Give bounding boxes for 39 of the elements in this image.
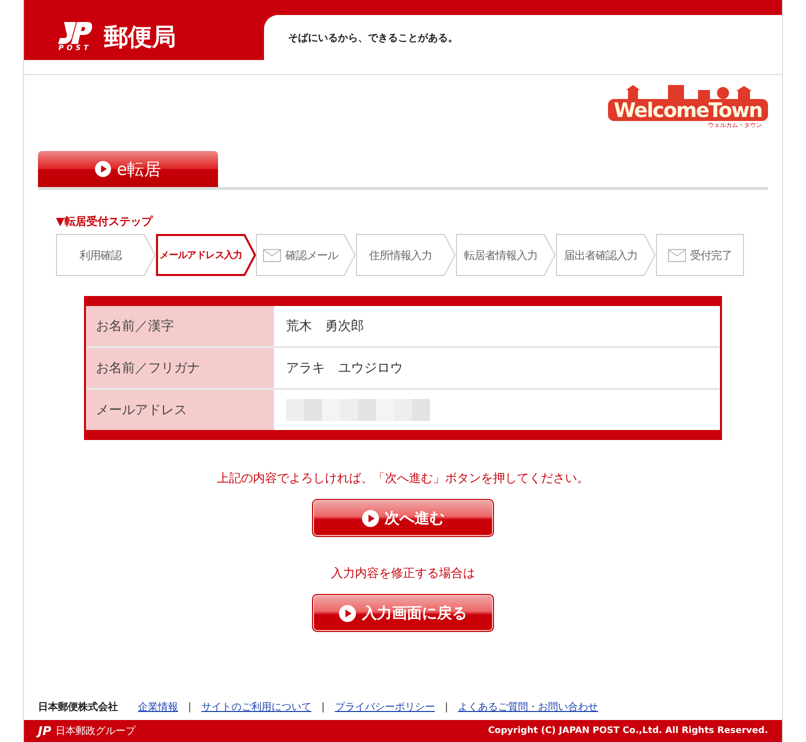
play-icon bbox=[339, 604, 356, 622]
confirm-message: 上記の内容でよろしければ、「次へ進む」ボタンを押してください。 bbox=[217, 470, 589, 487]
step-label: 利用確認 bbox=[80, 248, 122, 262]
footer-link[interactable]: プライバシーポリシー bbox=[334, 700, 435, 714]
step-label: メールアドレス入力 bbox=[160, 248, 242, 262]
step-label: 住所情報入力 bbox=[369, 248, 432, 262]
next-button[interactable]: 次へ進む bbox=[312, 499, 494, 537]
jp-mark-icon bbox=[58, 22, 92, 44]
envelope-icon bbox=[668, 248, 686, 262]
steps-title: ▼転居受付ステップ bbox=[56, 214, 154, 229]
logo-text: 郵便局 bbox=[104, 22, 176, 53]
footer-link[interactable]: よくあるご質問・お問い合わせ bbox=[458, 700, 598, 714]
tagline: そばにいるから、できることがある。 bbox=[288, 32, 458, 44]
footer-link[interactable]: 企業情報 bbox=[138, 700, 178, 714]
table-label: メールアドレス bbox=[86, 390, 276, 430]
envelope-icon bbox=[263, 248, 282, 262]
link-separator: | bbox=[188, 702, 192, 712]
step-label: 届出者確認入力 bbox=[564, 248, 638, 262]
table-value: アラキ ユウジロウ bbox=[286, 360, 403, 377]
service-tab[interactable]: e転居 bbox=[38, 151, 218, 187]
footer-link[interactable]: サイトのご利用について bbox=[201, 700, 312, 714]
edit-message: 入力内容を修正する場合は bbox=[331, 565, 475, 582]
group-mark: JP bbox=[38, 724, 52, 738]
table-label: お名前／フリガナ bbox=[86, 348, 276, 388]
group-name: 日本郵政グループ bbox=[55, 724, 136, 738]
service-tab-label: e転居 bbox=[116, 158, 162, 180]
copyright: Copyright (C) JAPAN POST Co.,Ltd. All Rights Reserved. bbox=[488, 726, 768, 736]
table-label: お名前／漢字 bbox=[86, 306, 276, 346]
company-name: 日本郵便株式会社 bbox=[38, 700, 118, 714]
step-label: 確認メール bbox=[285, 248, 338, 262]
step-label: 転居者情報入力 bbox=[464, 248, 538, 262]
back-button[interactable]: 入力画面に戻る bbox=[312, 594, 494, 632]
step-label: 受付完了 bbox=[690, 248, 732, 262]
play-icon bbox=[94, 161, 111, 177]
link-separator: | bbox=[321, 702, 325, 712]
campaign-title: WelcomeTown bbox=[608, 99, 768, 121]
table-value: 荒木 勇次郎 bbox=[286, 318, 364, 335]
play-icon bbox=[362, 510, 378, 526]
link-separator: | bbox=[444, 702, 448, 712]
